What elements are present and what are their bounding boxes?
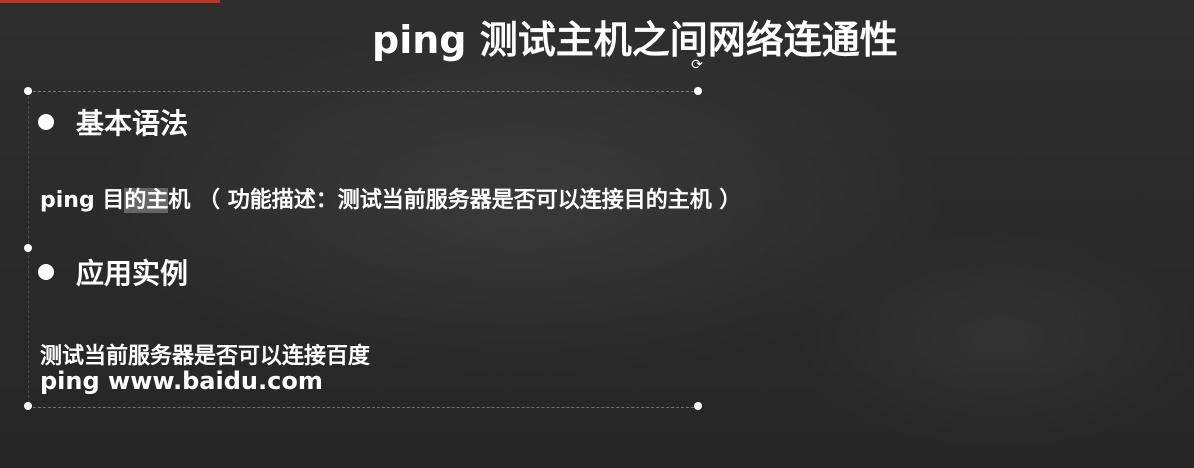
syntax-prefix: ping 目 (40, 188, 125, 213)
resize-handle-top-right[interactable] (694, 87, 702, 95)
bullet-dot-icon (38, 264, 54, 280)
section-examples: 应用实例 (38, 252, 188, 292)
section-basic-syntax: 基本语法 (38, 102, 188, 142)
section-heading-examples: 应用实例 (76, 257, 189, 290)
section-heading-syntax: 基本语法 (76, 107, 189, 140)
syntax-line: ping 目的主机 （ 功能描述：测试当前服务器是否可以连接目的主机 ） (40, 182, 741, 214)
syntax-suffix: 机 （ 功能描述：测试当前服务器是否可以连接目的主机 ） (168, 188, 742, 213)
resize-handle-bottom-center[interactable] (694, 402, 702, 410)
bullet-dot-icon (38, 114, 54, 130)
example-command: ping www.baidu.com (40, 367, 323, 395)
example-description: 测试当前服务器是否可以连接百度 (40, 344, 371, 369)
resize-handle-top-left[interactable] (24, 87, 32, 95)
resize-handle-middle-left[interactable] (24, 244, 32, 252)
resize-handle-bottom-left[interactable] (24, 402, 32, 410)
syntax-highlight: 的主 (124, 188, 169, 213)
slide-title: ping 测试主机之间网络连通性 (372, 18, 898, 62)
rotate-handle-icon[interactable]: ⟳ (690, 58, 704, 72)
top-accent-bar (0, 0, 220, 3)
